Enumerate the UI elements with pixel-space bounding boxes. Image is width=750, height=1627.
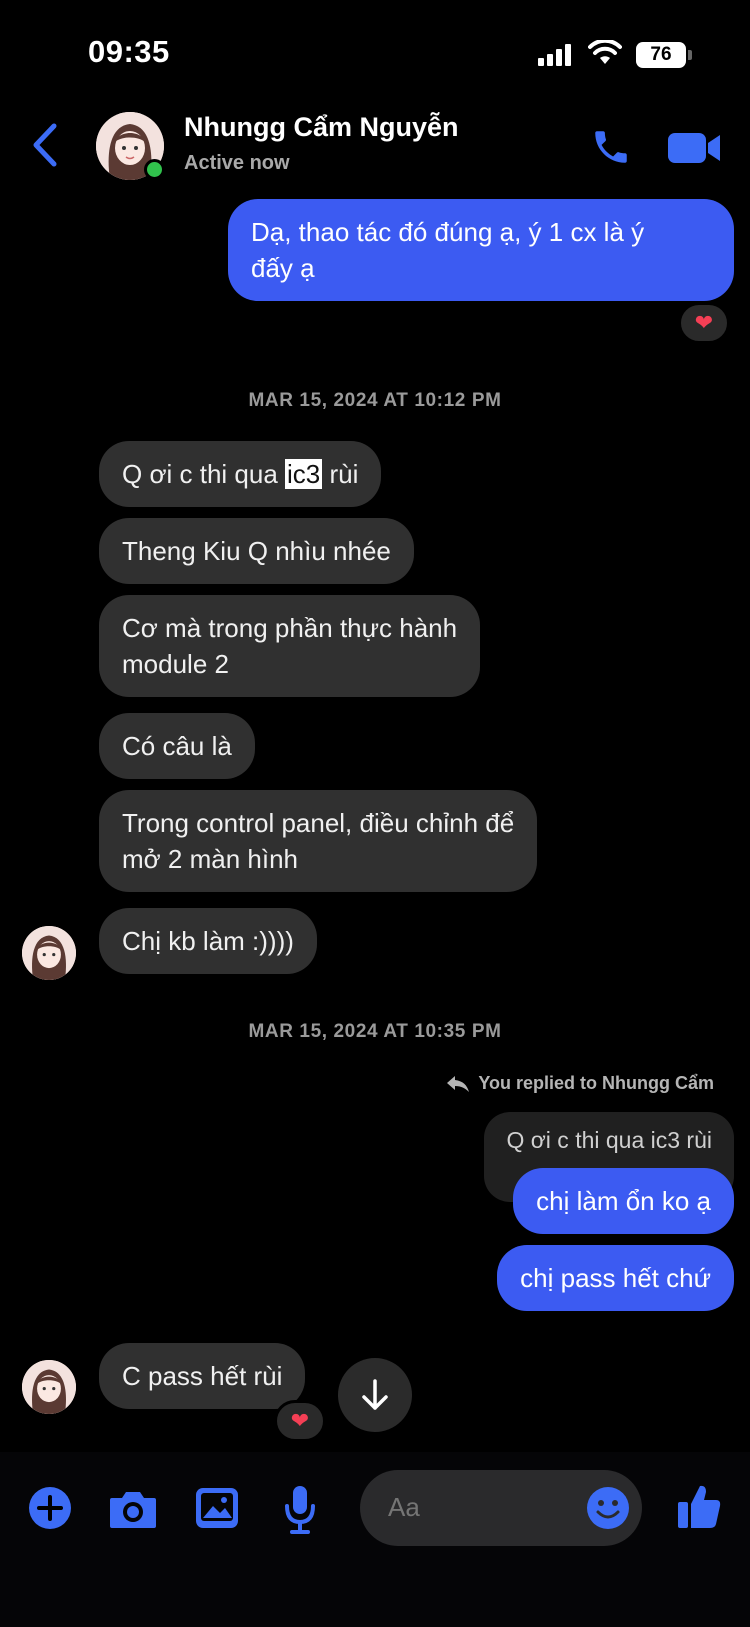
contact-name[interactable]: Nhungg Cẩm Nguyễn	[184, 112, 459, 143]
heart-icon: ❤	[694, 310, 714, 335]
timestamp: MAR 15, 2024 AT 10:35 PM	[248, 1021, 502, 1042]
incoming-message-bubble[interactable]: C pass hết rùi	[99, 1343, 306, 1409]
incoming-message-bubble[interactable]: Có câu là	[99, 713, 255, 779]
reply-context: You replied to Nhungg Cẩm	[446, 1073, 714, 1094]
outgoing-message-bubble[interactable]: chị pass hết chứ	[497, 1245, 734, 1311]
plus-icon[interactable]	[28, 1486, 72, 1530]
thumbs-up-icon[interactable]	[676, 1482, 722, 1530]
cellular-signal-icon	[538, 44, 576, 66]
message-text-line: mở 2 màn hình	[122, 844, 299, 874]
scroll-to-bottom-button[interactable]	[338, 1358, 412, 1432]
video-icon[interactable]	[668, 130, 722, 166]
heart-icon: ❤	[290, 1408, 310, 1433]
incoming-message-bubble[interactable]: Q ơi c thi qua ic3 rùi	[99, 441, 382, 507]
camera-icon[interactable]	[108, 1488, 158, 1530]
message-text: rùi	[322, 459, 359, 489]
incoming-message-bubble[interactable]: Chị kb làm :))))	[99, 908, 317, 974]
heart-reaction[interactable]: ❤	[678, 302, 730, 344]
outgoing-message-bubble[interactable]: chị làm ổn ko ạ	[513, 1168, 734, 1234]
arrow-down-icon	[362, 1379, 388, 1410]
message-text: Chị kb làm :))))	[122, 926, 294, 956]
phone-icon[interactable]	[590, 126, 632, 168]
message-text: chị pass hết chứ	[520, 1263, 711, 1293]
message-text: Có câu là	[122, 731, 232, 761]
online-status-dot	[144, 159, 165, 180]
quoted-text: Q ơi c thi qua ic3 rùi	[506, 1127, 712, 1153]
message-text: C pass hết rùi	[122, 1361, 283, 1391]
microphone-icon[interactable]	[282, 1484, 318, 1536]
contact-status: Active now	[184, 152, 290, 174]
battery-nub	[688, 50, 692, 60]
back-arrow-icon[interactable]	[30, 122, 60, 168]
message-text: Q ơi c thi qua	[122, 459, 286, 489]
message-text: Theng Kiu Q nhìu nhée	[122, 536, 391, 566]
message-text-line: module 2	[122, 649, 229, 679]
highlighted-text: ic3	[285, 459, 323, 489]
outgoing-message-bubble[interactable]: Dạ, thao tác đó đúng ạ, ý 1 cx là ý đấy …	[228, 199, 734, 301]
emoji-icon[interactable]	[586, 1486, 630, 1530]
status-time: 09:35	[88, 34, 170, 69]
heart-reaction[interactable]: ❤	[274, 1400, 326, 1442]
message-text-line: đấy ạ	[251, 253, 315, 283]
sender-avatar[interactable]	[22, 1360, 76, 1414]
incoming-message-bubble[interactable]: Trong control panel, điều chỉnh để mở 2 …	[99, 790, 538, 892]
timestamp: MAR 15, 2024 AT 10:12 PM	[248, 390, 502, 411]
battery-indicator: 76	[636, 42, 686, 68]
reply-context-label: You replied to Nhungg Cẩm	[478, 1073, 714, 1093]
message-text-line: Dạ, thao tác đó đúng ạ, ý 1 cx là ý	[251, 217, 645, 247]
message-input[interactable]	[388, 1492, 568, 1523]
incoming-message-bubble[interactable]: Cơ mà trong phần thực hành module 2	[99, 595, 481, 697]
image-icon[interactable]	[194, 1486, 240, 1530]
message-text: chị làm ổn ko ạ	[536, 1186, 711, 1216]
message-text-line: Trong control panel, điều chỉnh để	[122, 808, 515, 838]
reply-arrow-icon	[447, 1075, 470, 1092]
message-text-line: Cơ mà trong phần thực hành	[122, 613, 458, 643]
sender-avatar[interactable]	[22, 926, 76, 980]
incoming-message-bubble[interactable]: Theng Kiu Q nhìu nhée	[99, 518, 414, 584]
wifi-icon	[588, 40, 622, 64]
